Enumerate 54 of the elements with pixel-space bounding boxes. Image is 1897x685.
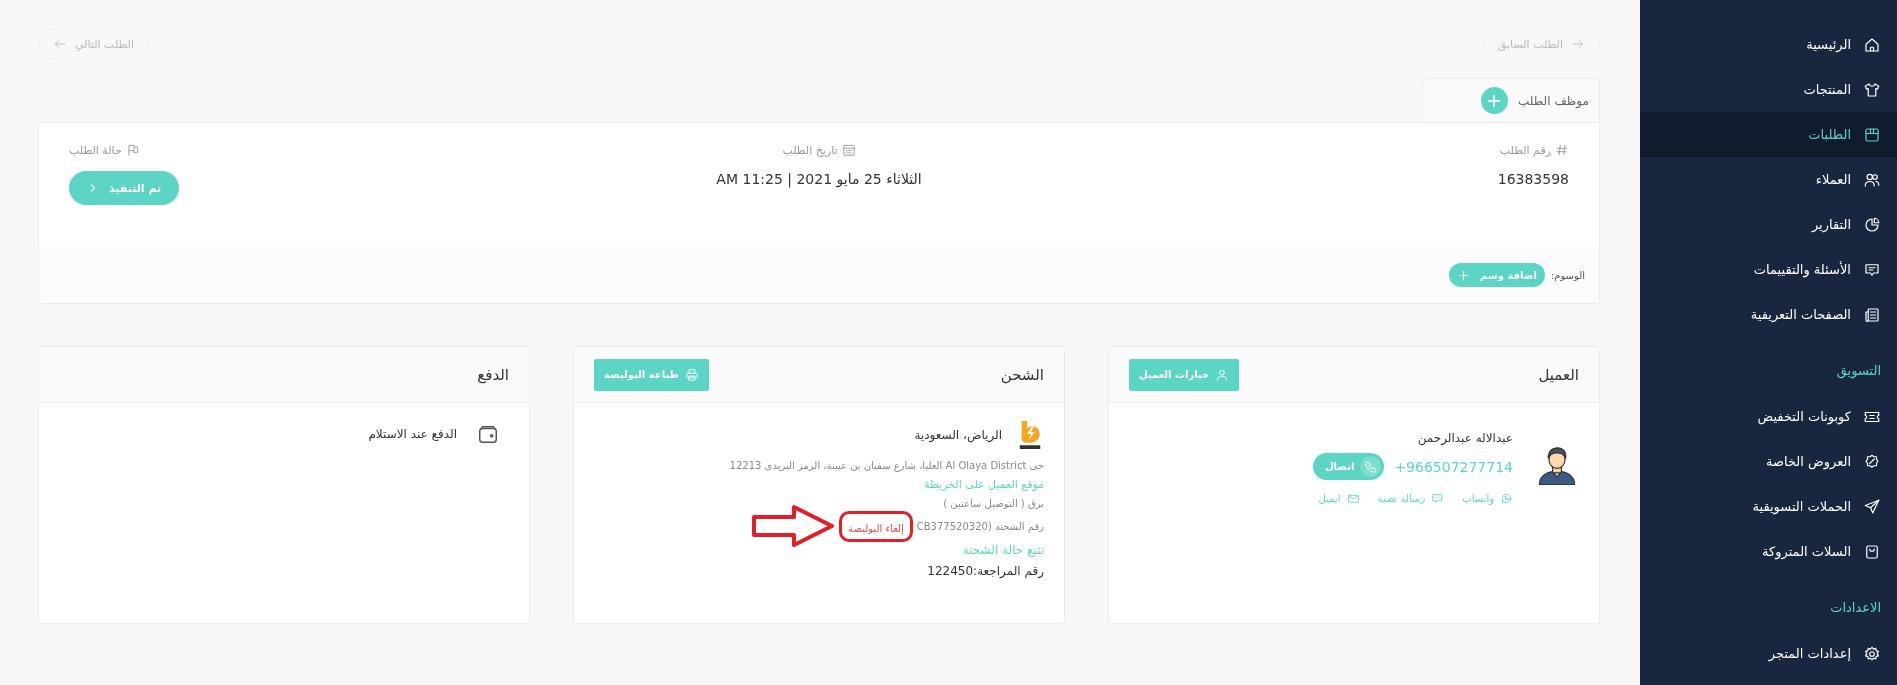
hash-icon [1555,143,1569,157]
sidebar-item[interactable]: الرئيسية [1640,22,1897,67]
shipping-city: الرياض، السعودية [914,428,1002,442]
newspaper-icon [1863,305,1881,324]
send-icon [1863,497,1881,516]
sidebar-item[interactable]: الأسئلة والتقييمات [1640,247,1897,292]
bag-icon [1863,542,1881,561]
tracking-number: رقم الشحنة (CB377520320 [916,520,1044,532]
order-date: الثلاثاء 25 مايو 2021 | 11:25 AM [716,171,922,187]
order-status-label: حالة الطلب [69,143,122,157]
settings-icon [1863,644,1881,663]
flag-icon [125,143,140,157]
sidebar-item[interactable]: العروض الخاصة [1640,439,1897,484]
sidebar-item[interactable]: كوبونات التخفيض [1640,394,1897,439]
section-heading: الاعدادات [1829,599,1882,617]
card-title: العميل [1538,365,1579,384]
arrow-left-icon [53,37,67,51]
sidebar-item[interactable]: الطلبات [1640,112,1897,157]
sidebar-item[interactable]: المنتجات [1640,67,1897,112]
phone-icon [1363,459,1378,474]
shipping-method: برق ( التوصيل ساعتين ) [942,498,1044,509]
customer-name: عبدالاله عبدالرحمن [1416,431,1513,445]
pie-chart-icon [1863,215,1881,234]
add-staff-button[interactable] [1481,87,1508,114]
sidebar-item[interactable]: العملاء [1640,157,1897,202]
mail-icon [1346,492,1360,505]
sidebar-item[interactable]: التقارير [1640,202,1897,247]
sidebar-item[interactable]: الصفحات التعريفية [1640,292,1897,337]
phone-number: +966507277714 [1394,458,1513,475]
box-icon [1863,125,1881,144]
staff-label: موظف الطلب [1518,93,1589,108]
reference-number: رقم المراجعة:122450 [926,564,1044,578]
order-number: 16383598 [1497,171,1569,187]
payment-method: الدفع عند الاستلام [368,427,457,441]
chat-icon [1431,492,1445,505]
whatsapp-icon [1500,492,1513,505]
cancel-waybill-link[interactable]: إلغاء البوليصة [848,522,904,534]
order-number-label: رقم الطلب [1499,143,1551,157]
printer-icon [684,367,699,382]
shipping-address: حى Al Olaya District العليا، شارع سفيان بن عيينة، الرمز البريدى 12213 [728,460,1044,471]
tags-label: الوسوم: [1550,269,1585,281]
card-title: الشحن [1000,365,1044,384]
user-icon [1215,367,1230,382]
sidebar-item[interactable]: الحملات التسويقية [1640,484,1897,529]
section-heading: التسويق [1835,362,1882,381]
plus-icon [1456,268,1470,282]
card-title: الدفع [477,365,509,384]
sidebar-item[interactable]: السلات المتروكة [1640,529,1897,574]
order-date-label: تاريخ الطلب [782,143,838,157]
calendar-icon [841,143,856,157]
arrow-right-icon [1571,37,1585,51]
wallet-icon [477,423,499,445]
sidebar-item[interactable]: إعدادات المتجر [1640,631,1897,676]
percent-badge-icon [1863,452,1881,471]
